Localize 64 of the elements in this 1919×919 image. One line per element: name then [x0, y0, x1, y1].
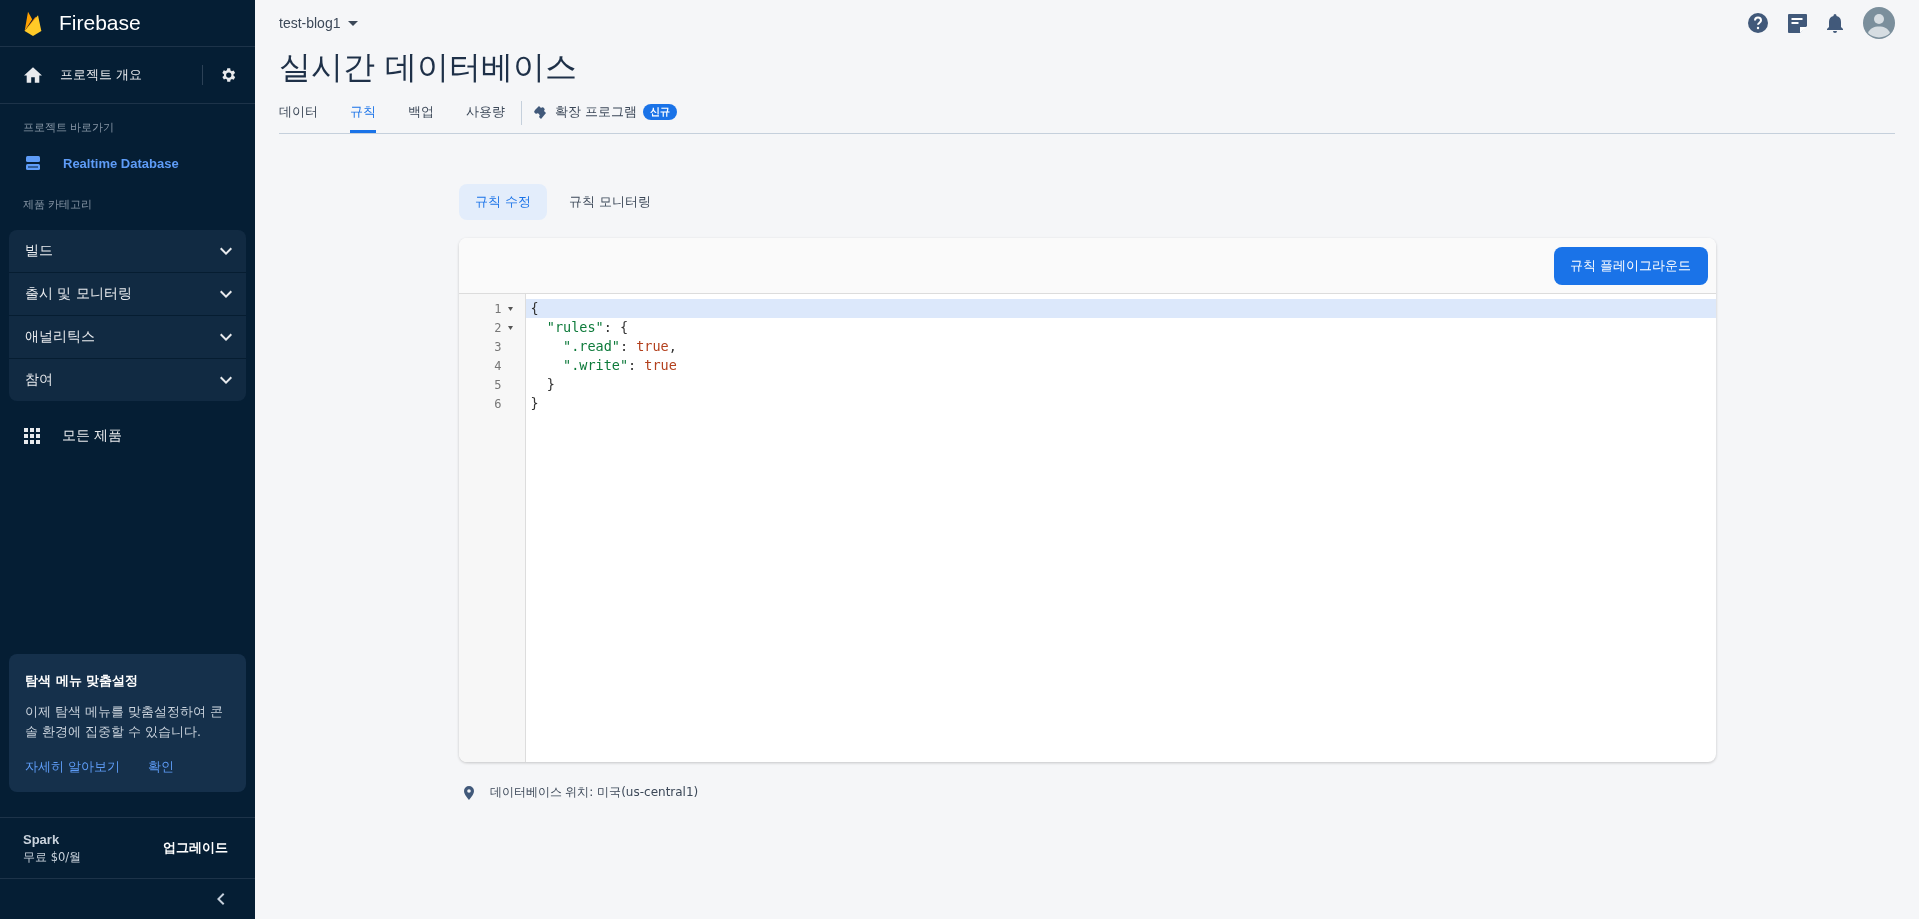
line-number: 4	[494, 358, 502, 373]
project-selector[interactable]: test-blog1	[279, 15, 359, 31]
location-pin-icon	[463, 785, 474, 800]
line-number: 5	[494, 377, 502, 392]
project-overview-link[interactable]: 프로젝트 개요	[60, 66, 202, 84]
subtab[interactable]: 규칙 모니터링	[552, 184, 667, 220]
tab[interactable]: 백업	[408, 98, 434, 133]
code-token: true	[636, 338, 669, 354]
playground-button[interactable]: 규칙 플레이그라운드	[1554, 246, 1708, 285]
caret-icon	[348, 20, 359, 26]
line-number: 3	[494, 339, 502, 354]
code-token: :	[628, 357, 638, 373]
upgrade-button[interactable]: 업그레이드	[163, 839, 228, 857]
avatar-icon[interactable]	[1863, 7, 1895, 39]
chevron-icon	[220, 290, 232, 298]
code-token: : {	[603, 319, 629, 335]
category-item[interactable]: 출시 및 모니터링	[9, 273, 246, 316]
promo-title: 탐색 메뉴 맞춤설정	[25, 672, 140, 690]
puzzle-icon	[534, 104, 549, 120]
tab[interactable]: 규칙	[350, 98, 376, 133]
collapse-icon[interactable]	[217, 893, 225, 905]
line-number: 1	[494, 301, 502, 316]
shortcut-item[interactable]: Realtime Database	[0, 147, 255, 181]
code-token: }	[530, 395, 539, 411]
plan-price: 무료 $0/월	[23, 849, 82, 865]
category-item[interactable]: 참여	[9, 359, 246, 401]
fold-icon[interactable]	[507, 306, 513, 311]
chevron-icon	[220, 247, 232, 255]
database-location: 데이터베이스 위치: 미국(us-central1)	[489, 784, 699, 801]
note-icon[interactable]	[1788, 13, 1807, 33]
home-icon	[24, 67, 42, 83]
tab[interactable]: 확장 프로그램 신규	[534, 98, 678, 133]
code-token: {	[530, 300, 539, 316]
chevron-icon	[220, 333, 232, 341]
category-item[interactable]: 빌드	[9, 230, 246, 273]
all-products-link[interactable]: 모든 제품	[62, 427, 123, 445]
code-token: true	[644, 357, 677, 373]
code-token: ".read"	[562, 338, 620, 354]
promo-link[interactable]: 확인	[148, 758, 175, 776]
code-token: :	[619, 338, 630, 354]
new-badge: 신규	[643, 104, 678, 120]
tab[interactable]: 데이터	[279, 98, 318, 133]
bell-icon[interactable]	[1827, 13, 1843, 33]
plan-name: Spark	[23, 831, 61, 847]
code-token: }	[545, 376, 555, 392]
promo-text: 이제 탐색 메뉴를 맞춤설정하여 콘솔 환경에 집중할 수 있습니다.	[25, 703, 224, 741]
section-heading: 프로젝트 바로가기	[22, 120, 116, 136]
page-title: 실시간 데이터베이스	[279, 47, 579, 88]
code-token: "rules"	[545, 319, 604, 335]
code-token: ".write"	[562, 357, 629, 373]
category-item[interactable]: 애널리틱스	[9, 316, 246, 359]
database-icon	[25, 155, 41, 171]
promo-link[interactable]: 자세히 알아보기	[25, 758, 121, 776]
brand-name: Firebase	[59, 11, 141, 35]
help-icon[interactable]	[1748, 13, 1768, 33]
grid-icon	[24, 428, 40, 444]
subtab[interactable]: 규칙 수정	[458, 184, 547, 220]
line-number: 2	[494, 320, 502, 335]
tab[interactable]: 사용량	[466, 98, 505, 133]
section-heading: 제품 카테고리	[22, 197, 94, 213]
fold-icon[interactable]	[507, 325, 513, 330]
code-token: ,	[668, 338, 677, 354]
line-number: 6	[494, 396, 502, 411]
chevron-icon	[220, 376, 232, 384]
